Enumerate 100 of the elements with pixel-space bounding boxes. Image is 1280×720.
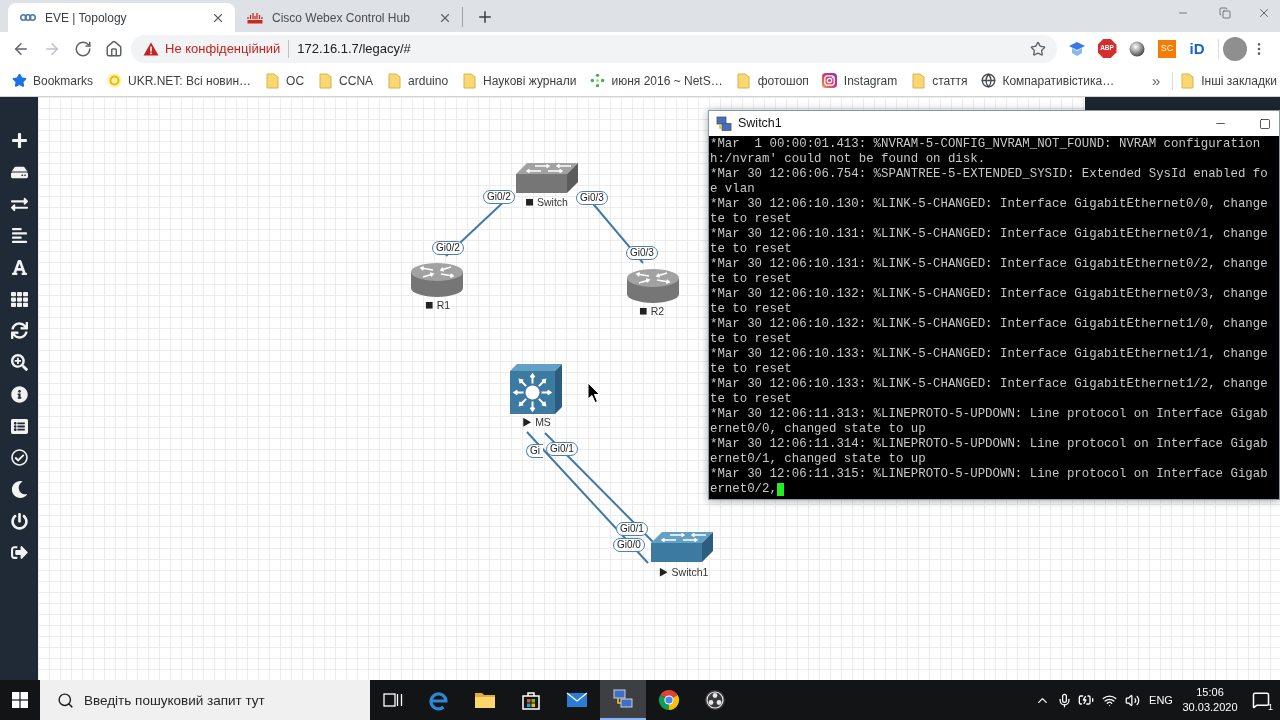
language-indicator[interactable]: ENG	[1143, 691, 1179, 709]
switch-icon[interactable]	[515, 162, 579, 194]
folder-icon	[911, 72, 925, 89]
terminal-line: h:/nvram' could not be found on disk.	[710, 152, 986, 167]
folder-icon	[318, 72, 332, 89]
terminal-cursor-icon	[776, 483, 784, 496]
node-label: Switch	[537, 196, 568, 208]
address-field[interactable]: Не конфіденційний 172.16.1.7/legacy/#	[131, 34, 1057, 63]
battery-icon[interactable]	[1078, 692, 1094, 708]
bookmark-item[interactable]: Інші закладки	[1179, 71, 1277, 90]
notifications-icon[interactable]	[1251, 691, 1270, 709]
search-field[interactable]: Введіть пошуковий запит тут	[84, 688, 370, 712]
folder-icon	[474, 691, 496, 709]
moon-icon[interactable]	[10, 480, 28, 498]
terminal-line: te to reset	[710, 392, 792, 407]
terminal-line: *Mar 30 12:06:10.132: %LINK-5-CHANGED: Interface GigabitEthernet1/0, change	[710, 317, 1268, 332]
bookmark-item[interactable]: Bookmarks	[11, 71, 94, 90]
interface-label: Gi0/3	[576, 191, 608, 205]
plus-icon[interactable]	[10, 132, 28, 150]
terminal-line: *Mar 30 12:06:11.315: %LINEPROTO-5-UPDOWN: Line protocol on Interface Gigab	[710, 467, 1268, 482]
bookmark-item[interactable]: CCNA	[317, 71, 374, 90]
list-icon[interactable]	[10, 417, 28, 435]
bookmark-item[interactable]: июня 2016 ~ NetS…	[589, 71, 723, 90]
bookmark-item[interactable]: arduino	[386, 71, 449, 90]
warning-icon	[143, 41, 159, 56]
globe-icon	[980, 73, 996, 88]
profile-avatar[interactable]	[1223, 36, 1247, 61]
color-wheel-logo-icon	[658, 689, 680, 711]
power-icon[interactable]	[10, 512, 28, 530]
camera-icon	[822, 73, 838, 88]
font-icon[interactable]	[10, 259, 28, 277]
folder-icon	[737, 72, 751, 89]
loops-favicon-icon	[20, 13, 36, 22]
task-view-icon	[383, 692, 403, 708]
shopping-bag-icon	[520, 689, 542, 711]
mouse-pointer-icon	[587, 382, 600, 404]
node-label: Switch1	[671, 566, 709, 578]
clock-date: 30.03.2020	[1182, 700, 1238, 715]
restore-icon[interactable]	[1219, 7, 1231, 19]
grid-icon[interactable]	[10, 290, 28, 308]
bookmark-item[interactable]: ОС	[264, 71, 305, 90]
microphone-icon[interactable]	[1056, 692, 1072, 708]
computers-icon	[612, 688, 634, 710]
dots-icon	[589, 73, 605, 88]
maximize-icon[interactable]	[1259, 117, 1271, 130]
envelope-icon	[566, 692, 588, 708]
wifi-icon[interactable]	[1101, 692, 1117, 708]
browser-tab[interactable]: Cisco Webex Control Hub	[235, 3, 462, 32]
align-left-icon[interactable]	[10, 227, 28, 245]
interface-label: Gi0/3	[626, 246, 658, 260]
terminal-line: te to reset	[710, 242, 792, 257]
disc-icon[interactable]	[1129, 40, 1145, 57]
reload-icon[interactable]	[73, 39, 92, 58]
folder-icon	[1180, 72, 1194, 89]
windows-logo-icon[interactable]	[12, 692, 28, 708]
terminal-line: te to reset	[710, 362, 792, 377]
bookmark-item[interactable]: Instagram	[821, 71, 898, 90]
close-icon[interactable]	[1257, 6, 1271, 20]
new-tab-icon[interactable]	[476, 8, 494, 26]
switch-icon[interactable]	[650, 531, 714, 563]
zoom-in-icon[interactable]	[10, 354, 28, 372]
refresh-icon[interactable]	[10, 322, 28, 340]
router-icon[interactable]	[410, 262, 464, 298]
terminal-line: ernet0/1, changed state to up	[710, 452, 926, 467]
bookmark-item[interactable]: Компаративістика…	[980, 71, 1115, 90]
extension-button[interactable]: iD	[1189, 41, 1205, 56]
url-text: 172.16.1.7/legacy/#	[297, 39, 411, 58]
more-bookmarks-button[interactable]: »	[1145, 73, 1167, 88]
folder-icon	[387, 72, 401, 89]
graduation-cap-icon[interactable]	[1068, 40, 1086, 57]
terminal-line: *Mar 30 12:06:10.133: %LINK-5-CHANGED: Interface GigabitEthernet1/1, change	[710, 347, 1268, 362]
browser-tab[interactable]: EVE | Topology	[8, 3, 235, 32]
info-icon[interactable]	[10, 385, 28, 403]
bookmark-item[interactable]: стаття	[910, 71, 968, 90]
window-title: Switch1	[738, 115, 782, 133]
bars-favicon-icon	[247, 11, 263, 24]
exchange-arrows-icon[interactable]	[10, 195, 28, 213]
search-icon	[57, 691, 74, 709]
terminal-line: te to reset	[710, 272, 792, 287]
router-icon[interactable]	[626, 268, 680, 304]
bookmark-star-icon[interactable]	[1030, 40, 1046, 57]
speaker-icon[interactable]	[1124, 692, 1140, 708]
bookmark-item[interactable]: фотошоп	[735, 71, 809, 90]
terminal-line: *Mar 30 12:06:11.314: %LINEPROTO-5-UPDOWN: Line protocol on Interface Gigab	[710, 437, 1268, 452]
security-warning: Не конфіденційний	[165, 39, 281, 58]
search-bar[interactable]: Введіть пошуковий запит тут	[40, 680, 370, 720]
terminal-line: ernet0/2,	[710, 482, 777, 497]
folder-icon	[462, 72, 476, 89]
bookmark-item[interactable]: Наукові журнали	[461, 71, 577, 90]
terminal-line: te to reset	[710, 332, 792, 347]
multilayer-switch-icon[interactable]	[510, 364, 562, 414]
interface-label: Gi0/1	[546, 442, 578, 456]
ring-icon	[106, 73, 122, 88]
terminal-line: te to reset	[710, 302, 792, 317]
home-icon[interactable]	[104, 39, 123, 58]
sign-out-icon[interactable]	[10, 544, 28, 562]
bookmark-item[interactable]: UKR.NET: Всі новин…	[106, 71, 252, 90]
interface-label: Gi0/2	[483, 190, 515, 204]
folder-icon	[265, 72, 279, 89]
terminal-line: *Mar 30 12:06:10.131: %LINK-5-CHANGED: Interface GigabitEthernet0/1, change	[710, 227, 1268, 242]
